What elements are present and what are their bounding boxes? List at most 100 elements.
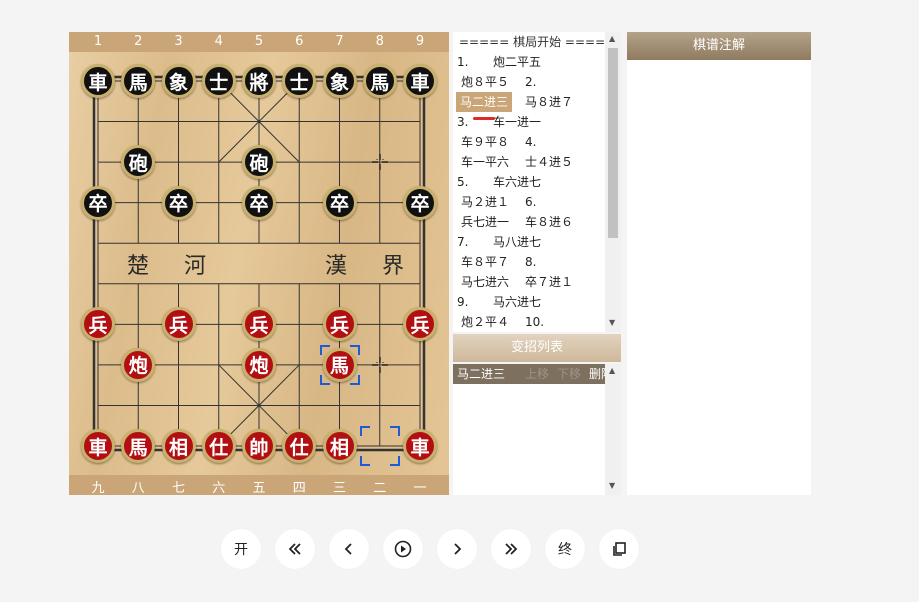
move-text[interactable]: 8.: [525, 252, 536, 272]
move-text[interactable]: 马六进七: [493, 292, 541, 312]
move-row[interactable]: 炮２平４ 10.: [453, 312, 621, 332]
move-text[interactable]: 10.: [525, 312, 544, 332]
move-row[interactable]: 兵七进一 车８进６: [453, 212, 621, 232]
black-piece[interactable]: 馬: [121, 64, 156, 98]
move-text[interactable]: 车８平７: [461, 252, 509, 272]
move-row[interactable]: 1. 炮二平五: [453, 52, 621, 72]
move-text[interactable]: 车９平８: [461, 132, 509, 152]
red-piece[interactable]: 炮: [242, 347, 276, 382]
move-text[interactable]: 卒７进１: [525, 272, 573, 292]
move-row[interactable]: 9. 马六进七: [453, 292, 621, 312]
move-text[interactable]: 炮２平４: [461, 312, 509, 332]
move-text[interactable]: 车一进一: [493, 112, 541, 132]
black-piece[interactable]: 卒: [242, 185, 276, 220]
last-move-button[interactable]: 终: [545, 529, 585, 569]
black-piece[interactable]: 卒: [81, 185, 115, 220]
black-piece[interactable]: 車: [403, 64, 437, 98]
move-text[interactable]: 2.: [525, 72, 536, 92]
black-piece[interactable]: 卒: [322, 185, 357, 220]
move-text[interactable]: 车８进６: [525, 212, 573, 232]
autoplay-button[interactable]: [383, 529, 423, 569]
move-text[interactable]: 马八进七: [493, 232, 541, 252]
play-circle-icon: [394, 540, 412, 558]
move-text[interactable]: 兵七进一: [461, 212, 509, 232]
copy-icon: [613, 542, 626, 556]
copy-button[interactable]: [599, 529, 639, 569]
move-row[interactable]: 3. 车一进一: [453, 112, 621, 132]
fast-backward-button[interactable]: [275, 529, 315, 569]
red-piece[interactable]: 仕: [201, 429, 236, 464]
move-text[interactable]: 9.: [457, 292, 468, 312]
variation-list[interactable]: 马二进三 上移 下移 删除 ▲ ▼: [453, 364, 621, 495]
move-text[interactable]: 车六进七: [493, 172, 541, 192]
black-piece[interactable]: 車: [81, 64, 115, 98]
scroll-down-arrow-icon[interactable]: ▼: [609, 481, 615, 490]
black-piece[interactable]: 士: [282, 64, 317, 98]
move-text[interactable]: 4.: [525, 132, 536, 152]
move-text[interactable]: 炮二平五: [493, 52, 541, 72]
move-text[interactable]: 马８进７: [525, 92, 573, 112]
file-number: 五: [252, 481, 266, 496]
move-row[interactable]: 车９平８ 4.: [453, 132, 621, 152]
black-piece[interactable]: 將: [242, 64, 276, 98]
file-number: 2: [134, 34, 143, 49]
fast-forward-button[interactable]: [491, 529, 531, 569]
black-piece[interactable]: 砲: [242, 145, 276, 180]
move-row[interactable]: 5. 车六进七: [453, 172, 621, 192]
black-piece[interactable]: 象: [161, 64, 196, 98]
move-text[interactable]: 马七进六: [461, 272, 509, 292]
red-piece[interactable]: 兵: [322, 307, 357, 342]
move-text[interactable]: 1.: [457, 52, 468, 72]
record-header: ===== 棋局开始 =====: [459, 35, 616, 49]
move-record-scrollbar[interactable]: ▲ ▼: [605, 32, 621, 332]
selection-marker: [319, 344, 360, 385]
red-piece[interactable]: 兵: [161, 307, 196, 342]
move-text[interactable]: 马２进１: [461, 192, 509, 212]
black-piece[interactable]: 士: [201, 64, 236, 98]
move-text[interactable]: 6.: [525, 192, 536, 212]
chess-board[interactable]: 楚 河 漢 界 車馬象士將士象馬車砲砲卒卒卒卒卒兵兵兵兵兵炮炮馬車馬相仕帥仕相車: [69, 52, 449, 475]
move-record-list[interactable]: ===== 棋局开始 ===== 1. 炮二平五 炮８平５ 2. 马二进三 马８进７ 3. 车…: [453, 32, 621, 332]
black-piece[interactable]: 馬: [362, 64, 397, 98]
red-piece[interactable]: 車: [403, 429, 437, 464]
black-piece[interactable]: 象: [322, 64, 357, 98]
delete-variation-button[interactable]: 删除: [589, 364, 605, 384]
move-down-button[interactable]: 下移: [557, 364, 581, 384]
variation-scrollbar[interactable]: ▲ ▼: [605, 364, 621, 495]
move-row[interactable]: 马２进１ 6.: [453, 192, 621, 212]
current-move-indicator: [473, 117, 495, 120]
move-row[interactable]: 马二进三 马８进７: [453, 92, 621, 112]
red-piece[interactable]: 相: [161, 429, 196, 464]
move-row[interactable]: 马七进六 卒７进１: [453, 272, 621, 292]
previous-move-button[interactable]: [329, 529, 369, 569]
move-up-button[interactable]: 上移: [525, 364, 549, 384]
variation-item[interactable]: 马二进三 上移 下移 删除: [453, 364, 605, 384]
notes-panel[interactable]: [627, 60, 811, 495]
next-move-button[interactable]: [437, 529, 477, 569]
move-row[interactable]: 车８平７ 8.: [453, 252, 621, 272]
scroll-up-arrow-icon[interactable]: ▲: [609, 34, 615, 43]
scrollbar-thumb[interactable]: [608, 48, 618, 238]
red-piece[interactable]: 炮: [121, 347, 156, 382]
black-piece[interactable]: 卒: [161, 185, 196, 220]
chevron-left-icon: [344, 543, 352, 555]
first-move-button[interactable]: 开: [221, 529, 261, 569]
move-text[interactable]: 7.: [457, 232, 468, 252]
move-text[interactable]: 马二进三: [456, 92, 513, 112]
river-label-han-jie: 漢 界: [325, 254, 418, 279]
variation-item-label[interactable]: 马二进三: [457, 364, 505, 384]
black-piece[interactable]: 卒: [403, 185, 437, 220]
move-text[interactable]: 3.: [457, 112, 468, 132]
move-row[interactable]: 7. 马八进七: [453, 232, 621, 252]
move-text[interactable]: 士４进５: [525, 152, 573, 172]
red-piece[interactable]: 帥: [242, 429, 276, 464]
red-piece[interactable]: 車: [81, 429, 115, 464]
scroll-down-arrow-icon[interactable]: ▼: [609, 318, 615, 327]
move-text[interactable]: 炮８平５: [461, 72, 509, 92]
move-row[interactable]: 车一平六 士４进５: [453, 152, 621, 172]
move-text[interactable]: 车一平六: [461, 152, 509, 172]
move-row[interactable]: 炮８平５ 2.: [453, 72, 621, 92]
scroll-up-arrow-icon[interactable]: ▲: [609, 366, 615, 375]
red-piece[interactable]: 相: [322, 429, 357, 464]
move-text[interactable]: 5.: [457, 172, 468, 192]
